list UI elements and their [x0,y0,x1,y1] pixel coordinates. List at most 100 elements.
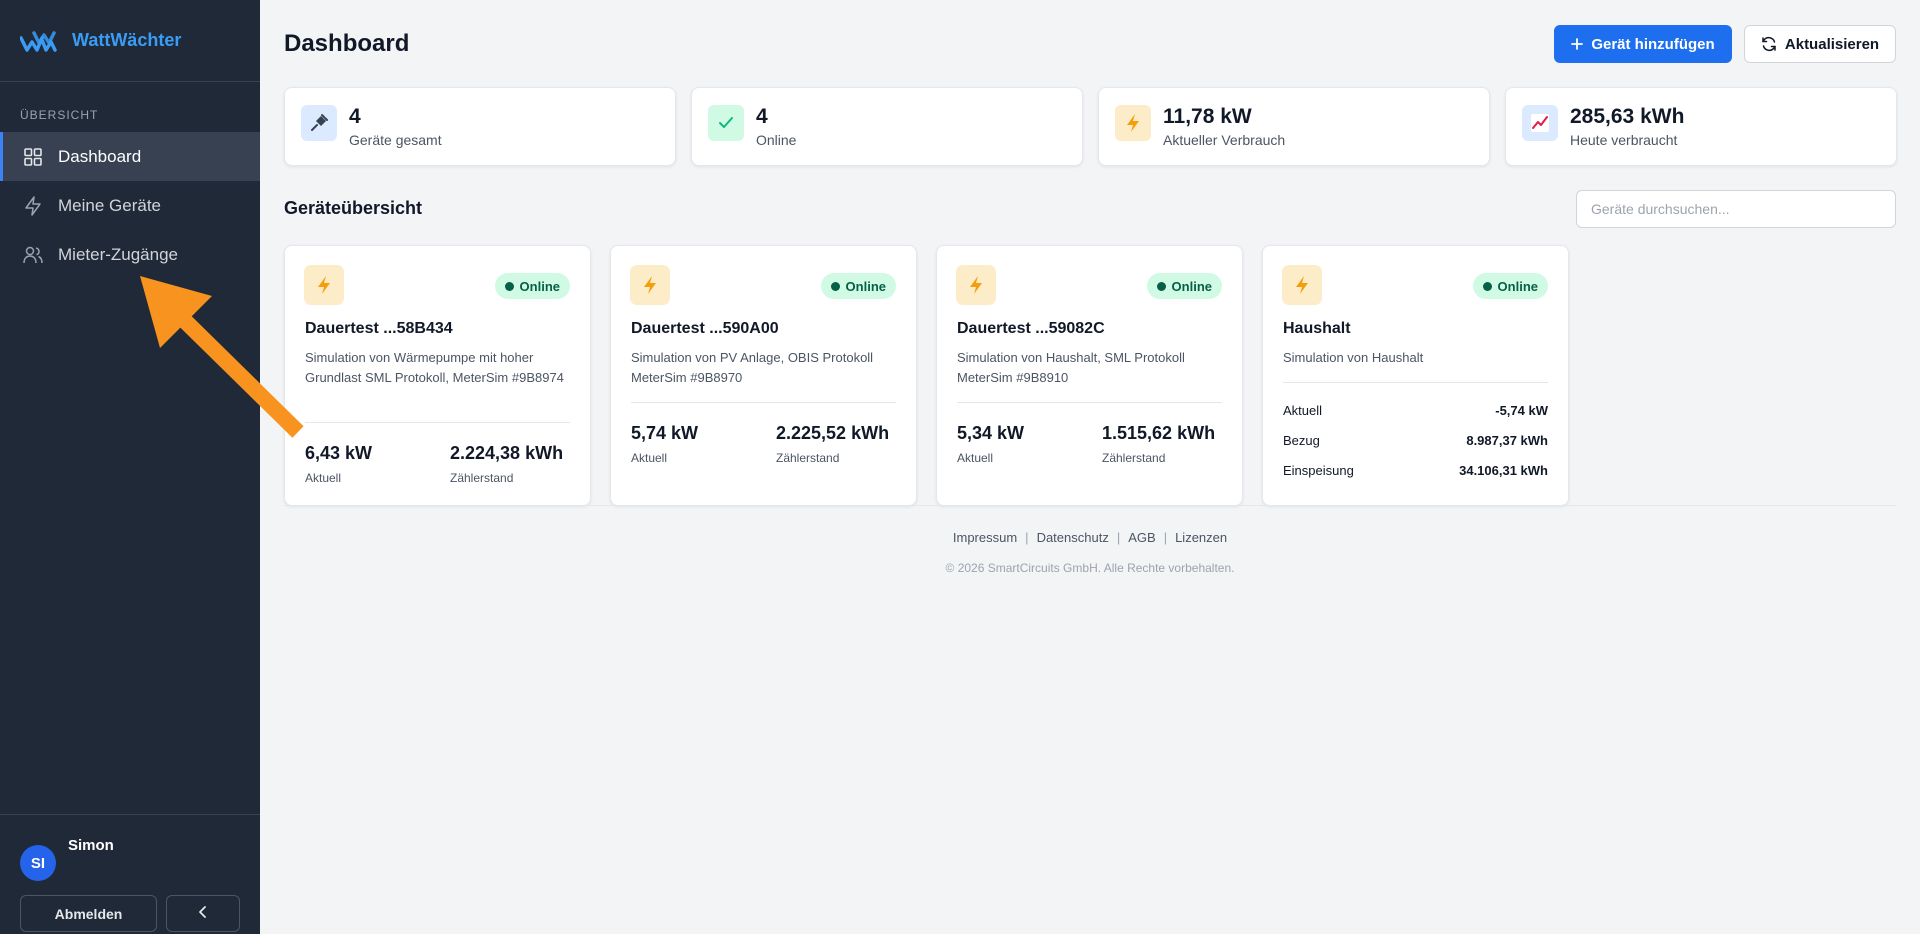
footer-separator: | [1116,530,1121,545]
status-dot-icon [1482,281,1492,291]
logout-button[interactable]: Abmelden [20,895,157,932]
device-name: Dauertest ...58B434 [305,320,453,337]
sidebar-item-meine-geraete[interactable]: Meine Geräte [0,181,260,230]
status-dot-icon [504,281,514,291]
status-badge: Online [494,273,570,299]
device-card[interactable]: Online Dauertest ...59082C Simulation vo… [936,245,1243,506]
sidebar-footer: SI Simon Abmelden [0,814,260,934]
device-card[interactable]: Online Haushalt Simulation von Haushalt … [1262,245,1569,506]
current-power-value: 5,74 kW [631,423,699,443]
grid-icon [22,146,44,168]
status-badge: Online [1472,273,1548,299]
meter-reading-value: 2.225,52 kWh [776,423,890,443]
avatar[interactable]: SI [20,845,56,881]
status-dot-icon [830,281,840,291]
meter-reading-value: 1.515,62 kWh [1102,423,1216,443]
stat-value: 285,63 kWh [1570,105,1685,128]
sidebar-item-label: Meine Geräte [58,195,161,215]
brand-name: WattWächter [72,30,182,50]
status-badge: Online [820,273,896,299]
stat-card-online: 4 Online [691,87,1083,166]
chevron-left-icon [198,905,208,922]
device-card[interactable]: Online Dauertest ...58B434 Simulation vo… [284,245,591,506]
stat-card-total-devices: 4 Geräte gesamt [284,87,676,166]
divider [1283,382,1548,383]
user-name: Simon [68,837,114,854]
metric-row-label: Bezug [1283,433,1320,448]
meter-reading-label: Zählerstand [1102,451,1166,465]
device-description: Simulation von PV Anlage, OBIS Protokoll… [631,350,874,385]
metric-row-label: Einspeisung [1283,463,1354,478]
metric-row-label: Aktuell [1283,403,1323,418]
sidebar-item-dashboard[interactable]: Dashboard [0,132,260,181]
status-text: Online [1171,278,1212,294]
divider [957,402,1222,403]
check-icon [708,105,744,141]
bolt-icon [1115,105,1151,141]
sidebar-item-mieter-zugaenge[interactable]: Mieter-Zugänge [0,230,260,279]
device-name: Dauertest ...59082C [957,320,1105,337]
metric-row-value: 34.106,31 kWh [1459,463,1548,478]
footer-links: Impressum | Datenschutz | AGB | Lizenzen [260,530,1920,545]
add-device-button[interactable]: Gerät hinzufügen [1554,25,1732,63]
device-description: Simulation von Haushalt, SML Protokoll M… [957,350,1185,385]
current-power-label: Aktuell [305,471,342,485]
plus-icon [1571,38,1584,50]
copyright: © 2026 SmartCircuits GmbH. Alle Rechte v… [945,561,1235,575]
stat-value: 11,78 kW [1163,105,1252,128]
status-dot-icon [1156,281,1166,291]
stat-label: Geräte gesamt [349,132,442,148]
metric-row-value: 8.987,37 kWh [1466,433,1548,448]
stat-value: 4 [349,105,361,128]
status-badge: Online [1146,273,1222,299]
sidebar-section-label: ÜBERSICHT [20,108,99,122]
status-text: Online [519,278,560,294]
divider [305,422,570,423]
footer-divider [284,505,1896,506]
footer-link-lizenzen[interactable]: Lizenzen [1175,530,1227,545]
metric-row-value: -5,74 kW [1495,403,1548,418]
bolt-icon [630,265,670,305]
refresh-icon [1761,36,1777,52]
bolt-icon [956,265,996,305]
device-card[interactable]: Online Dauertest ...590A00 Simulation vo… [610,245,917,506]
device-search-input[interactable] [1576,190,1896,228]
page-title: Dashboard [284,30,410,57]
chart-icon [1522,105,1558,141]
brand[interactable]: WattWächter [0,0,260,82]
footer-separator: | [1025,530,1029,545]
plug-icon [301,105,337,141]
bolt-icon [1282,265,1322,305]
stat-card-current-consumption: 11,78 kW Aktueller Verbrauch [1098,87,1490,166]
divider [631,402,896,403]
user-info: SI Simon [20,833,240,881]
stat-value: 4 [756,105,768,128]
add-device-label: Gerät hinzufügen [1591,35,1715,53]
footer-link-impressum[interactable]: Impressum [953,530,1017,545]
device-description: Simulation von Wärmepumpe mit hoher Grun… [305,350,564,385]
footer-link-datenschutz[interactable]: Datenschutz [1037,530,1109,545]
status-text: Online [845,278,886,294]
meter-reading-value: 2.224,38 kWh [450,443,564,463]
meter-reading-label: Zählerstand [450,471,514,485]
current-power-value: 6,43 kW [305,443,373,463]
footer-link-agb[interactable]: AGB [1128,530,1155,545]
bolt-icon [304,265,344,305]
app-window: WattWächter ÜBERSICHT Dashboard Meine Ge… [0,0,1920,934]
current-power-value: 5,34 kW [957,423,1025,443]
stat-label: Online [756,132,797,148]
refresh-button[interactable]: Aktualisieren [1744,25,1896,63]
stat-label: Aktueller Verbrauch [1163,132,1286,148]
meter-reading-label: Zählerstand [776,451,840,465]
sidebar-footer-actions: Abmelden [20,895,240,932]
stat-card-today-consumption: 285,63 kWh Heute verbraucht [1505,87,1897,166]
device-name: Haushalt [1283,320,1351,337]
main-content: Dashboard Gerät hinzufügen Aktualisieren… [260,0,1920,934]
collapse-sidebar-button[interactable] [166,895,240,932]
footer-separator: | [1163,530,1168,545]
stat-label: Heute verbraucht [1570,132,1678,148]
device-name: Dauertest ...590A00 [631,320,779,337]
status-text: Online [1497,278,1538,294]
refresh-label: Aktualisieren [1784,35,1880,53]
wattwaechter-logo-icon [20,30,57,52]
